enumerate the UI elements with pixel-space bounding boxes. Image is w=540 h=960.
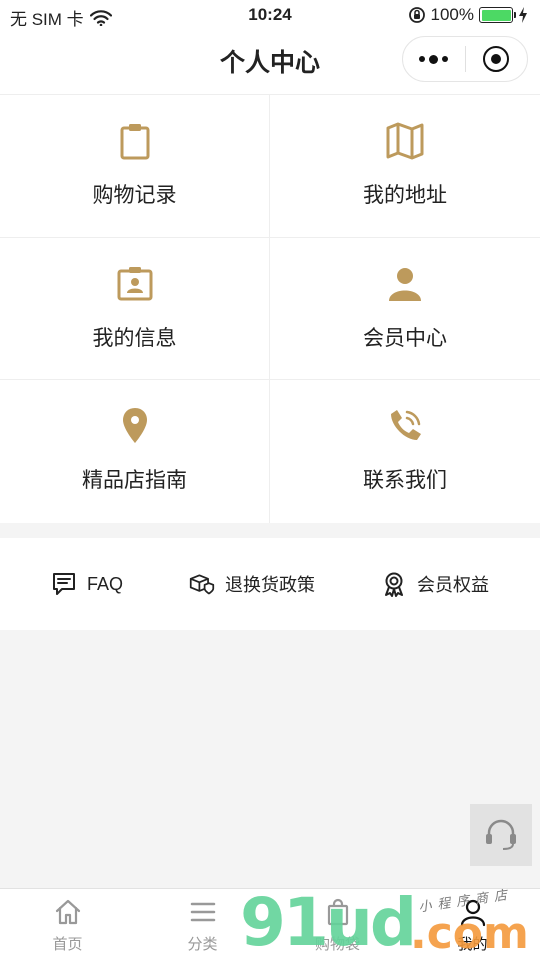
- shopping-bag-icon: [327, 898, 348, 926]
- battery-icon: [479, 7, 516, 23]
- phone-icon: [391, 410, 421, 441]
- grid-item-boutique-guide[interactable]: 精品店指南: [0, 380, 270, 523]
- return-policy-link[interactable]: 退换货政策: [189, 571, 315, 597]
- home-icon: [55, 899, 80, 925]
- clipboard-icon: [120, 124, 149, 160]
- user-icon: [389, 267, 421, 301]
- close-button[interactable]: [466, 37, 528, 81]
- faq-label: FAQ: [86, 573, 123, 594]
- id-card-icon: [117, 266, 152, 301]
- target-circle-icon: [483, 46, 510, 72]
- member-benefits-label: 会员权益: [416, 575, 489, 595]
- map-icon: [386, 122, 424, 160]
- tab-mine[interactable]: 我的: [405, 889, 540, 960]
- status-bar: 无 SIM 卡 10:24 100%: [0, 0, 540, 30]
- more-dots-icon: [419, 54, 449, 64]
- mini-program-capsule: [402, 36, 528, 82]
- return-policy-label: 退换货政策: [224, 575, 315, 595]
- tab-label: 首页: [52, 936, 83, 953]
- tab-home[interactable]: 首页: [0, 889, 135, 960]
- menu-icon: [190, 902, 215, 922]
- tab-bar: 首页 分类 购物袋 我的: [0, 888, 540, 960]
- grid-item-label: 精品店指南: [82, 469, 187, 493]
- grid-item-shopping-records[interactable]: 购物记录: [0, 95, 270, 238]
- tab-label: 分类: [187, 936, 218, 953]
- grid-item-label: 购物记录: [92, 184, 177, 207]
- charging-icon: [519, 7, 527, 23]
- headset-icon: [486, 819, 516, 850]
- battery-fill: [481, 9, 511, 21]
- grid-item-label: 联系我们: [363, 469, 447, 493]
- package-shield-icon: [189, 574, 215, 595]
- profile-icon: [460, 899, 485, 927]
- tab-shopping-bag[interactable]: 购物袋: [270, 889, 405, 960]
- chat-list-icon: [52, 573, 75, 595]
- status-right: 100%: [408, 5, 528, 25]
- tab-category[interactable]: 分类: [135, 889, 270, 960]
- grid-item-contact-us[interactable]: 联系我们: [270, 380, 540, 523]
- badge-icon: [384, 572, 403, 597]
- customer-service-button[interactable]: [470, 804, 532, 866]
- battery-percent: 100%: [430, 5, 474, 24]
- orientation-lock-icon: [408, 7, 425, 23]
- location-pin-icon: [122, 408, 147, 444]
- grid-item-my-info[interactable]: 我的信息: [0, 237, 270, 381]
- nav-bar: 个人中心: [0, 30, 540, 94]
- policy-links: FAQ 退换货政策 会员权益: [0, 538, 540, 630]
- member-benefits-link[interactable]: 会员权益: [381, 571, 489, 597]
- grid-item-member-center[interactable]: 会员中心: [270, 238, 540, 381]
- tab-label: 购物袋: [314, 936, 360, 953]
- grid-item-label: 我的地址: [363, 184, 447, 207]
- grid-item-my-address[interactable]: 我的地址: [270, 95, 540, 238]
- faq-link[interactable]: FAQ: [51, 571, 123, 597]
- tab-label: 我的: [457, 936, 488, 953]
- more-button[interactable]: [403, 37, 465, 81]
- grid-item-label: 我的信息: [92, 326, 177, 350]
- grid-item-label: 会员中心: [363, 326, 447, 350]
- feature-grid: 购物记录 我的地址 我的信息 会员中心 精品店指南 联系我们: [0, 94, 540, 523]
